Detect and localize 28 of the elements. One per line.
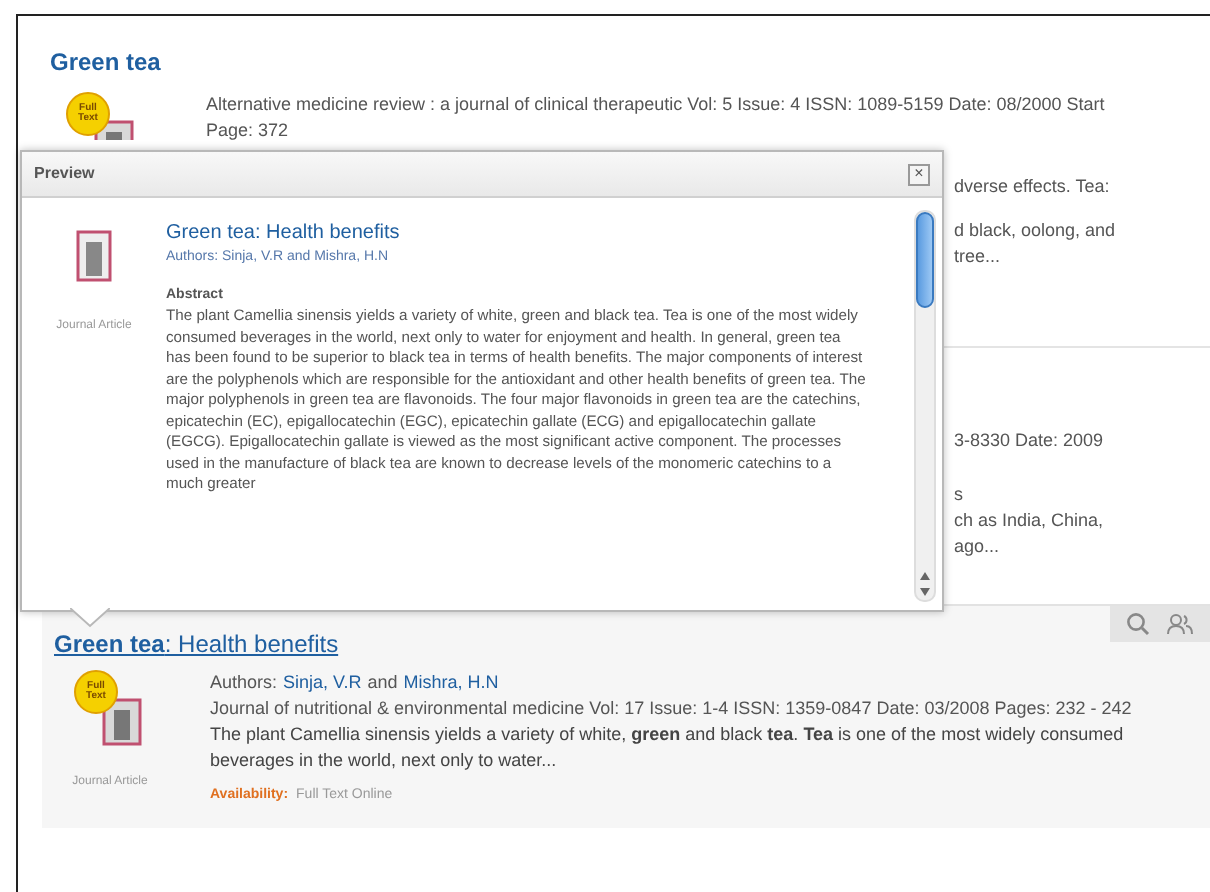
citation-text: Journal of nutritional & environmental medicine Vol: 17 Issue: 1-4 ISSN: 1359-0847 Date: 03/2008 Pages: 232 - 242 bbox=[210, 696, 1134, 722]
preview-title[interactable]: Green tea: Health benefits bbox=[166, 218, 866, 248]
document-icon bbox=[76, 230, 112, 282]
snippet-text: s bbox=[954, 482, 965, 508]
snippet-text: The plant Camellia sinensis yields a variety of white, green and black tea. Tea is one of the most widely consumed beverages in the world, next only to water... bbox=[210, 722, 1126, 774]
result-card[interactable] bbox=[42, 604, 1210, 828]
popup-title: Preview bbox=[34, 162, 95, 186]
scroll-up-icon[interactable] bbox=[920, 572, 930, 580]
author-link[interactable]: Mishra, H.N bbox=[403, 670, 499, 696]
result-title[interactable]: Green tea: Health benefits bbox=[54, 626, 1210, 662]
scroll-thumb[interactable] bbox=[916, 212, 934, 308]
snippet-text: ago... bbox=[954, 534, 1002, 560]
snippet-text: tree... bbox=[954, 244, 1003, 270]
document-icon bbox=[102, 698, 142, 746]
snippet-text: ch as India, China, bbox=[954, 508, 1106, 534]
snippet-text: d black, oolong, and bbox=[954, 218, 1118, 244]
author-link[interactable]: Sinja, V.R bbox=[283, 670, 362, 696]
result-title[interactable]: Green tea bbox=[50, 44, 1210, 80]
close-button[interactable]: × bbox=[908, 163, 930, 185]
authors-joiner: and bbox=[367, 670, 398, 696]
snippet-text: dverse effects. Tea: bbox=[954, 174, 1112, 200]
scrollbar[interactable] bbox=[914, 210, 936, 602]
authors-label: Authors: bbox=[210, 670, 278, 696]
people-icon[interactable] bbox=[1166, 612, 1194, 636]
scroll-down-icon[interactable] bbox=[920, 588, 930, 596]
citation-text: Alternative medicine review : a journal of clinical therapeutic Vol: 5 Issue: 4 ISSN: 1089-5159 Date: 08/2000 Start Page: 372 bbox=[206, 92, 1107, 144]
snippet-text: 3-8330 Date: 2009 bbox=[954, 428, 1106, 454]
search-icon[interactable] bbox=[1126, 612, 1150, 636]
